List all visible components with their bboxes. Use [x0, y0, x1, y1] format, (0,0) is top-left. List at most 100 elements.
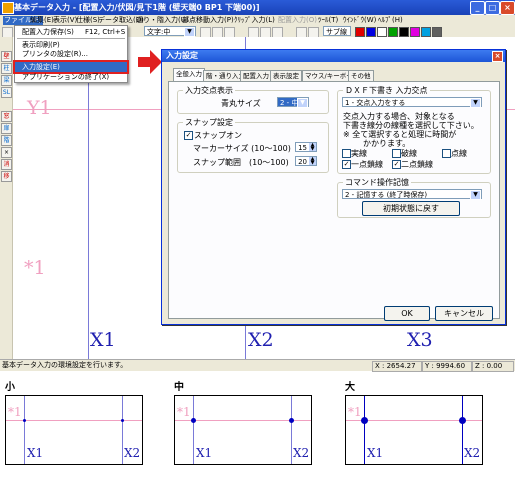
- reset-defaults-button[interactable]: 初期状態に戻す: [362, 201, 460, 216]
- coord-y: Y : 9994.60: [422, 361, 472, 372]
- menu-move[interactable]: 部点移動入力(P): [182, 16, 234, 25]
- snap-settings-group: スナップ設定 ✓ スナップオン マーカーサイズ (10〜100) 15 ▲ ▼ ス…: [177, 117, 329, 173]
- intersection-dot: [459, 417, 466, 424]
- left-toolbar: 壁 柱 梁 SL 窓 扉 階 × 消 移: [0, 37, 13, 359]
- tool-icon[interactable]: 消: [1, 159, 12, 170]
- status-message: 基本データ入力の環境設定を行います。: [2, 361, 128, 369]
- grid-line: [122, 396, 123, 464]
- color-gray-swatch[interactable]: [432, 27, 442, 37]
- grid-label-y1: Y1: [27, 97, 52, 119]
- file-menu: 配置入力保存(S) F12, Ctrl+S 表示印刷(P) プリンタの設定(R)…: [13, 25, 129, 83]
- grid-label-x1: X1: [27, 446, 44, 460]
- menu-layout[interactable]: 配置入力(O): [278, 16, 317, 25]
- preview-medium: *1 X1 X2: [174, 395, 312, 465]
- color-red-swatch[interactable]: [355, 27, 365, 37]
- grid-label-x2: X2: [464, 446, 481, 460]
- menu-view[interactable]: 表示(V): [53, 16, 77, 25]
- grid-label-x2: X2: [248, 329, 274, 351]
- group-caption: スナップ設定: [183, 117, 235, 128]
- preview-label-medium: 中: [174, 382, 184, 393]
- window-title: 基本データ入力 - [配置入力/伏図/見下1階 (壁天端0 BP1 下端00)]: [14, 3, 260, 12]
- menu-edit[interactable]: 編集(E): [30, 16, 54, 25]
- dialog-title: 入力設定: [166, 51, 198, 60]
- color-white-swatch[interactable]: [377, 27, 387, 37]
- menu-spec[interactable]: 仕様(S): [76, 16, 100, 25]
- app-icon: [2, 2, 14, 14]
- snap-on-checkbox[interactable]: ✓: [184, 131, 193, 140]
- red-arrow-icon: [138, 50, 162, 74]
- menu-grid[interactable]: 通り・階入力(U): [136, 16, 189, 25]
- tool-icon[interactable]: 柱: [1, 63, 12, 74]
- blue-circle-size-label: 青丸サイズ: [221, 99, 261, 108]
- intersection-dot: [191, 418, 196, 423]
- menu-separator: [17, 60, 125, 61]
- tool-icon[interactable]: 壁: [1, 51, 12, 62]
- grid-label-y: *1: [348, 405, 362, 419]
- menu-item-save[interactable]: 配置入力保存(S) F12, Ctrl+S: [15, 27, 127, 37]
- blue-circle-size-value: 2 - 中: [280, 99, 299, 107]
- close-button[interactable]: ×: [500, 1, 515, 15]
- grid-label-star1: *1: [24, 257, 46, 279]
- tool-icon[interactable]: 移: [1, 171, 12, 182]
- menu-help[interactable]: ﾍﾙﾌﾟ(H): [378, 16, 403, 25]
- tool-icon[interactable]: 階: [1, 135, 12, 146]
- dashdotdot-line-checkbox[interactable]: ✓: [392, 160, 401, 169]
- grid-line: [291, 396, 292, 464]
- menu-item-label: プリンタの設定(R)...: [22, 50, 89, 58]
- tool-icon[interactable]: 窓: [1, 111, 12, 122]
- intersection-dot: [361, 417, 368, 424]
- marker-size-stepper[interactable]: 15 ▲ ▼: [295, 142, 317, 152]
- dashed-line-label: 破線: [401, 149, 417, 158]
- tab-general[interactable]: 全般入力: [173, 68, 205, 82]
- intersection-dot: [121, 419, 124, 422]
- snap-range-stepper[interactable]: 20 ▲ ▼: [295, 156, 317, 166]
- menu-item-input-settings[interactable]: 入力設定(E): [13, 60, 129, 74]
- cancel-button[interactable]: キャンセル: [435, 306, 493, 321]
- color-blue-swatch[interactable]: [366, 27, 376, 37]
- grid-label-x2: X2: [293, 446, 310, 460]
- snap-range-label: スナップ範囲 (10〜100): [193, 158, 289, 167]
- grid-label-x1: X1: [196, 446, 213, 460]
- color-cyan-swatch[interactable]: [421, 27, 431, 37]
- ok-button[interactable]: OK: [384, 306, 430, 321]
- menu-item-shortcut: F12, Ctrl+S: [85, 28, 126, 36]
- menu-window[interactable]: ｳｲﾝﾄﾞｳ(W): [343, 16, 376, 25]
- dxf-intersection-select[interactable]: 1 - 交点入力をする ▼: [342, 97, 482, 108]
- line-type-value: サブ線: [326, 28, 347, 36]
- grid-label-y: *1: [8, 405, 22, 419]
- maximize-button[interactable]: □: [485, 1, 500, 15]
- line-type-select[interactable]: サブ線: [323, 26, 351, 36]
- coord-z: Z : 0.00: [472, 361, 514, 372]
- menu-item-exit[interactable]: アプリケーションの終了(X): [15, 72, 127, 82]
- menu-tool[interactable]: ﾂｰﾙ(T): [318, 16, 338, 25]
- grid-label-x1: X1: [367, 446, 384, 460]
- color-magenta-swatch[interactable]: [410, 27, 420, 37]
- group-caption: コマンド操作記憶: [343, 177, 411, 188]
- tool-icon[interactable]: SL: [1, 87, 12, 98]
- tool-icon[interactable]: 梁: [1, 75, 12, 86]
- command-memory-group: コマンド操作記憶 2 - 記憶する (終了時保存) ▼ 初期状態に戻す: [337, 177, 491, 218]
- menu-item-label: 配置入力保存(S): [22, 28, 74, 36]
- command-memory-select[interactable]: 2 - 記憶する (終了時保存) ▼: [342, 189, 482, 200]
- solid-line-checkbox[interactable]: [342, 149, 351, 158]
- color-black-swatch[interactable]: [399, 27, 409, 37]
- dotted-line-checkbox[interactable]: [442, 149, 451, 158]
- grid-label-x1: X1: [90, 329, 116, 351]
- delete-icon[interactable]: ×: [1, 147, 12, 158]
- spin-arrows-icon[interactable]: ▲ ▼: [309, 157, 316, 166]
- blue-circle-size-select[interactable]: 2 - 中 ▼: [277, 97, 309, 108]
- dashdot-line-checkbox[interactable]: ✓: [342, 160, 351, 169]
- spin-arrows-icon[interactable]: ▲ ▼: [309, 143, 316, 152]
- grid-label-y: *1: [177, 405, 191, 419]
- menu-clip[interactable]: ｸﾘｯﾌﾟ入力(L): [234, 16, 275, 25]
- group-caption: ＤＸＦ下書き 入力交点: [343, 85, 430, 96]
- menu-item-printer-setup[interactable]: プリンタの設定(R)...: [15, 49, 127, 59]
- minimize-button[interactable]: _: [470, 1, 485, 15]
- color-green-swatch[interactable]: [388, 27, 398, 37]
- chevron-down-icon: ▼: [184, 27, 195, 37]
- dialog-close-button[interactable]: ×: [492, 51, 503, 62]
- tool-icon[interactable]: 扉: [1, 123, 12, 134]
- font-size-select[interactable]: 文字:中 ▼: [144, 26, 196, 37]
- preview-label-large: 大: [345, 382, 355, 393]
- dashed-line-checkbox[interactable]: [392, 149, 401, 158]
